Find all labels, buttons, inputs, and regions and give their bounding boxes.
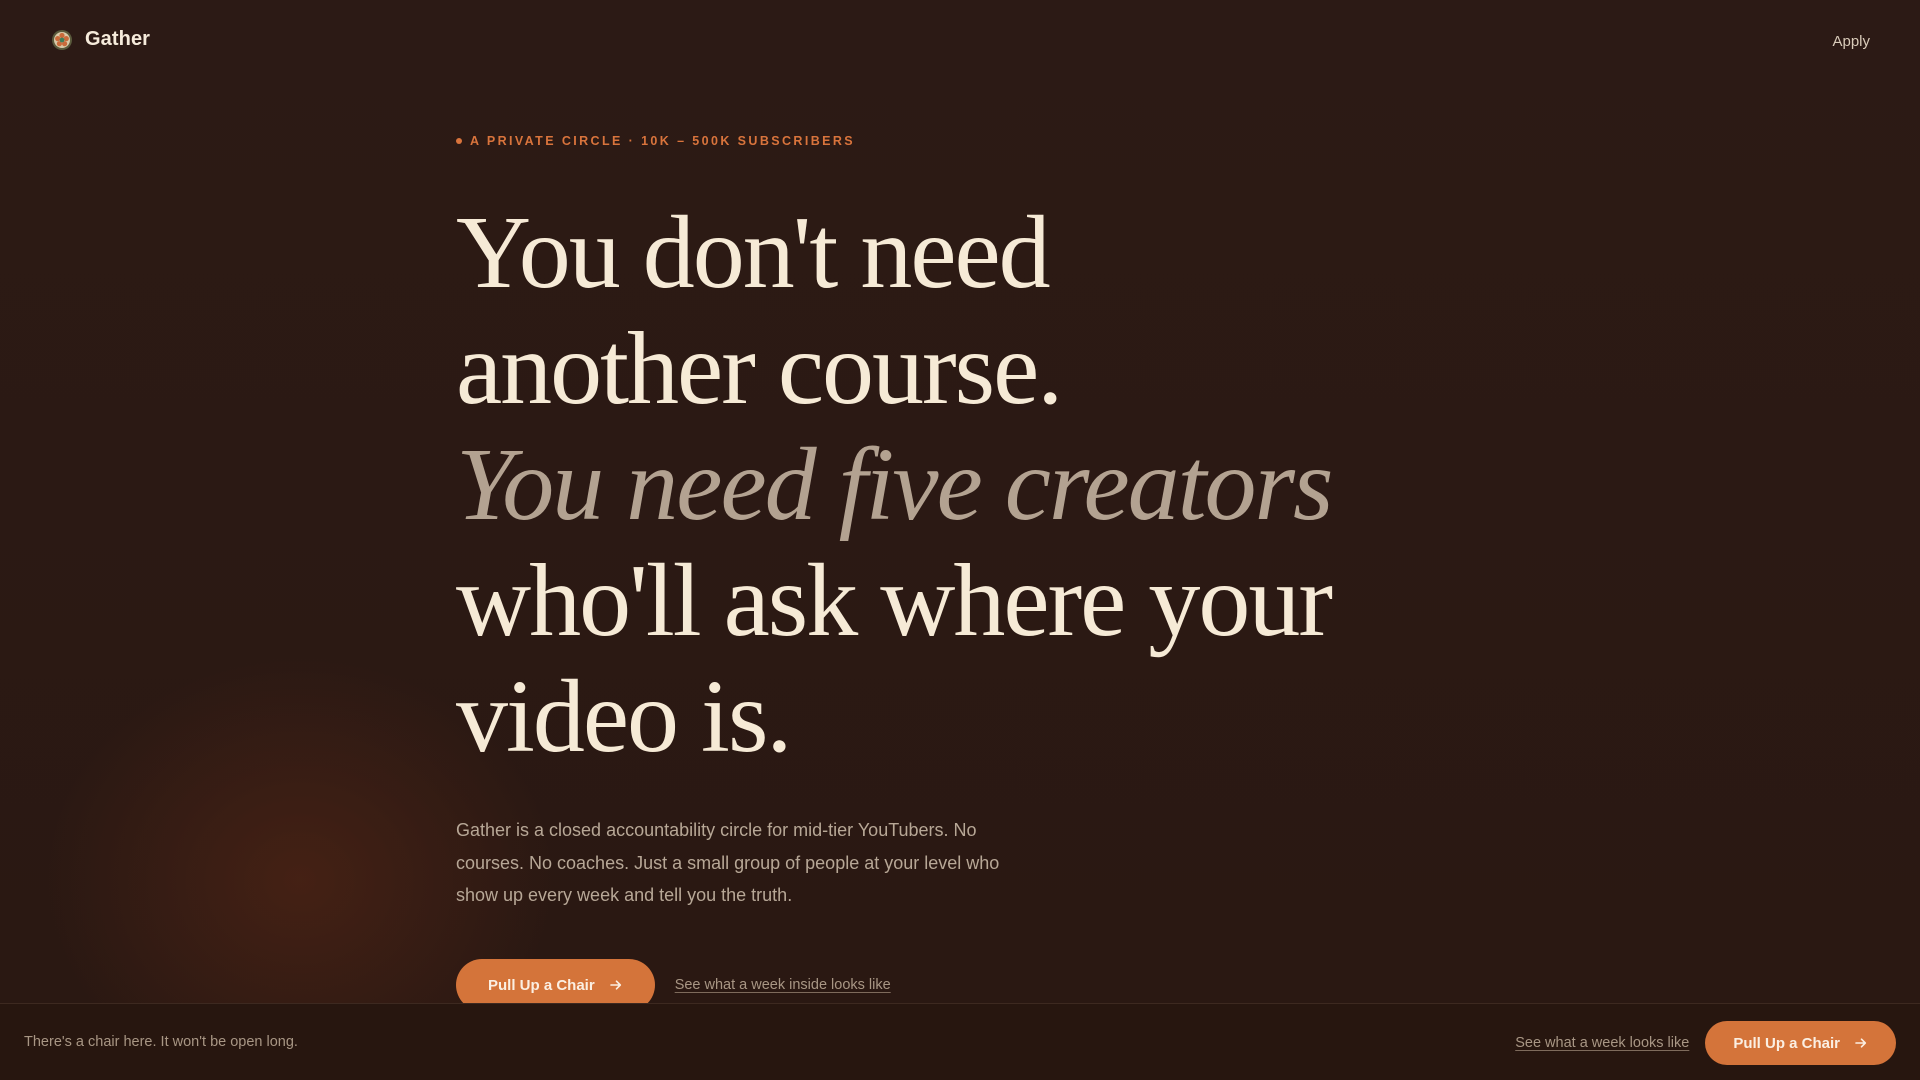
headline-line-3-emphasis: You need five creators [456, 427, 1334, 542]
sticky-cta-bar: There's a chair here. It won't be open l… [0, 1003, 1920, 1080]
eyebrow-dot-icon [456, 138, 462, 144]
arrow-right-icon [1855, 1038, 1867, 1048]
see-week-inside-link[interactable]: See what a week inside looks like [675, 977, 891, 993]
headline-line-1: You don't need [456, 195, 1051, 310]
flower-badge-icon [52, 29, 72, 50]
sticky-bar-message: There's a chair here. It won't be open l… [24, 1034, 298, 1050]
apply-link[interactable]: Apply [1832, 33, 1870, 50]
headline-line-5: video is. [456, 659, 792, 774]
brand-name: Gather [85, 28, 151, 50]
brand[interactable]: Gather [51, 28, 150, 51]
top-navigation: Gather Apply [0, 0, 1920, 84]
eyebrow: A PRIVATE CIRCLE · 10K – 500K SUBSCRIBER… [456, 134, 855, 148]
hero-description: Gather is a closed accountability circle… [456, 820, 1000, 905]
sticky-bar-actions: See what a week looks like Pull Up a Cha… [1515, 1021, 1896, 1065]
hero-headline: You don't need another course. You need … [456, 195, 1456, 775]
pull-up-a-chair-label: Pull Up a Chair [488, 976, 595, 994]
sticky-pull-up-a-chair-label: Pull Up a Chair [1733, 1034, 1840, 1052]
eyebrow-text: A PRIVATE CIRCLE · 10K – 500K SUBSCRIBER… [470, 134, 856, 148]
headline-line-2: another course. [456, 311, 1063, 426]
headline-line-4: who'll ask where your [456, 543, 1333, 658]
sticky-pull-up-a-chair-button[interactable]: Pull Up a Chair [1705, 1021, 1896, 1065]
arrow-right-icon [609, 980, 621, 990]
see-week-link[interactable]: See what a week looks like [1515, 1035, 1689, 1051]
